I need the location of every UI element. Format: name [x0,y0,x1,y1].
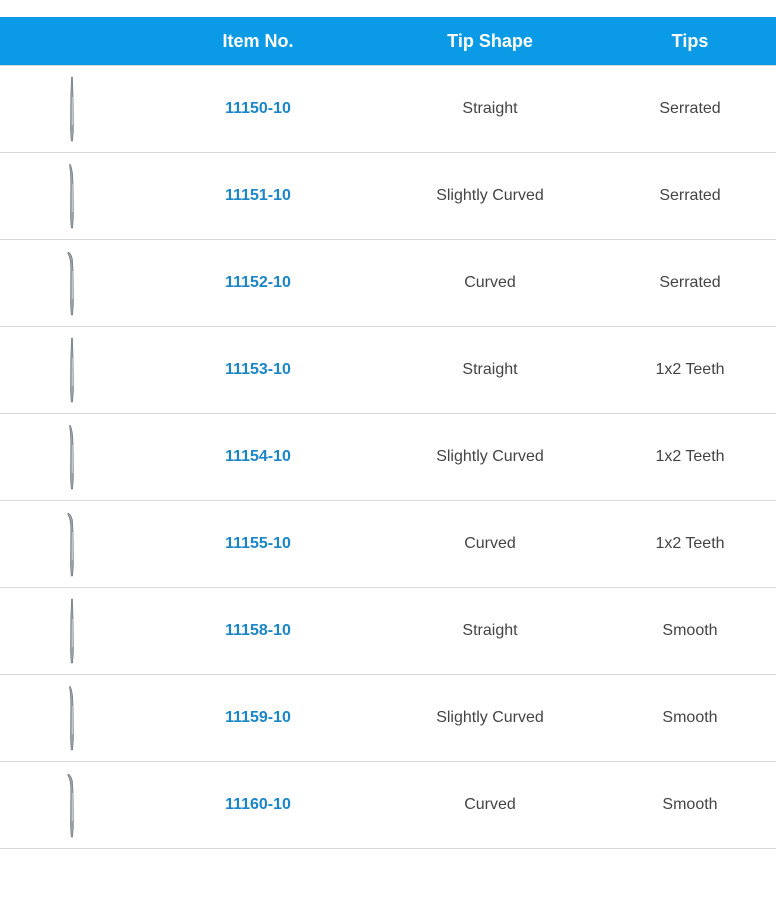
tips-value: Smooth [662,709,718,726]
product-image[interactable] [0,501,146,587]
slightly-curved-forceps-icon [69,685,74,751]
slightly-curved-forceps-icon [69,163,74,229]
table-row: 11158-10 Straight Smooth [0,588,776,675]
tips-value: 1x2 Teeth [655,448,725,465]
product-image[interactable] [0,327,146,413]
table-row: 11155-10 Curved 1x2 Teeth [0,501,776,588]
table-row: 11151-10 Slightly Curved Serrated [0,153,776,240]
tip-shape-value: Curved [464,796,516,813]
item-number-link[interactable]: 11158-10 [146,622,370,640]
straight-forceps-icon [70,598,74,664]
header-item-no: Item No. [222,30,294,51]
item-number-link[interactable]: 11152-10 [146,274,370,292]
straight-forceps-icon [70,337,74,403]
table-body: 11150-10 Straight Serrated 11151-10 Slig… [0,65,776,849]
item-number-link[interactable]: 11159-10 [146,709,370,727]
product-image[interactable] [0,414,146,500]
curved-forceps-icon [67,251,74,316]
tip-shape-value: Slightly Curved [436,448,544,465]
item-number-link[interactable]: 11150-10 [146,100,370,118]
table-row: 11160-10 Curved Smooth [0,762,776,849]
tips-value: Serrated [659,100,721,117]
table-row: 11153-10 Straight 1x2 Teeth [0,327,776,414]
slightly-curved-forceps-icon [69,424,74,490]
product-table: Item No. Tip Shape Tips 11150-10 Straigh… [0,17,776,849]
tip-shape-value: Slightly Curved [436,709,544,726]
item-number-link[interactable]: 11151-10 [146,187,370,205]
tips-value: Smooth [662,622,718,639]
item-number-link[interactable]: 11154-10 [146,448,370,466]
tips-value: Serrated [659,274,721,291]
product-image[interactable] [0,153,146,239]
product-image[interactable] [0,66,146,152]
tip-shape-value: Slightly Curved [436,187,544,204]
header-tip-shape: Tip Shape [447,30,533,51]
product-image[interactable] [0,588,146,674]
tips-value: Serrated [659,187,721,204]
curved-forceps-icon [67,773,74,838]
table-row: 11159-10 Slightly Curved Smooth [0,675,776,762]
item-number-link[interactable]: 11155-10 [146,535,370,553]
table-header: Item No. Tip Shape Tips [0,17,776,65]
item-number-link[interactable]: 11153-10 [146,361,370,379]
header-image-col [0,17,146,65]
product-image[interactable] [0,240,146,326]
tip-shape-value: Straight [462,622,518,639]
tip-shape-value: Straight [462,361,518,378]
table-row: 11154-10 Slightly Curved 1x2 Teeth [0,414,776,501]
straight-forceps-icon [70,76,74,142]
item-number-link[interactable]: 11160-10 [146,796,370,814]
tip-shape-value: Curved [464,274,516,291]
tip-shape-value: Curved [464,535,516,552]
table-row: 11152-10 Curved Serrated [0,240,776,327]
header-tips: Tips [671,30,709,51]
tips-value: 1x2 Teeth [655,361,725,378]
tips-value: Smooth [662,796,718,813]
tips-value: 1x2 Teeth [655,535,725,552]
product-image[interactable] [0,762,146,848]
table-row: 11150-10 Straight Serrated [0,66,776,153]
product-image[interactable] [0,675,146,761]
curved-forceps-icon [67,512,74,577]
tip-shape-value: Straight [462,100,518,117]
